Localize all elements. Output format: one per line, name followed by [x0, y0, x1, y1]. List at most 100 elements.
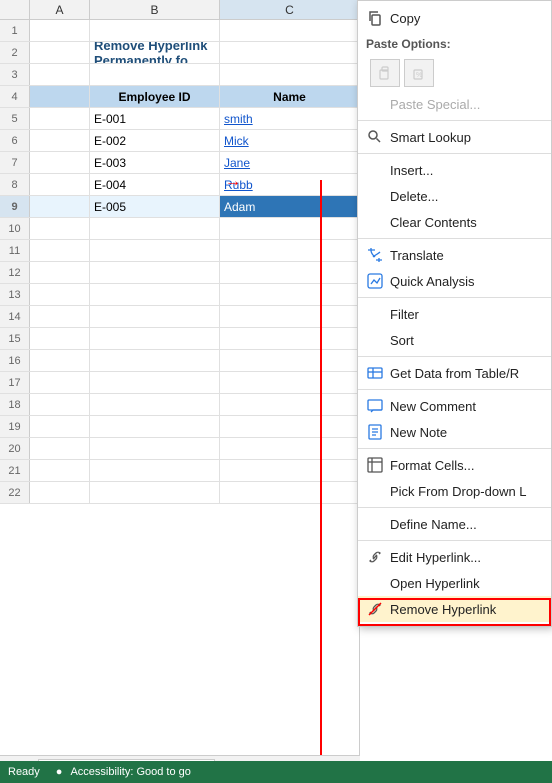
cell-8c-link[interactable]: Rubb: [220, 174, 360, 195]
table-row: 15: [0, 328, 359, 350]
row-num-6: 6: [0, 130, 30, 151]
cell-5b-empid[interactable]: E-001: [90, 108, 220, 129]
cell-12c[interactable]: [220, 262, 360, 283]
cell-16a[interactable]: [30, 350, 90, 371]
cell-1c[interactable]: [220, 20, 360, 41]
cell-21b[interactable]: [90, 460, 220, 481]
clear-icon: [366, 213, 384, 231]
cell-15c[interactable]: [220, 328, 360, 349]
cell-8b-empid[interactable]: E-004: [90, 174, 220, 195]
cell-8a[interactable]: [30, 174, 90, 195]
cell-14c[interactable]: [220, 306, 360, 327]
row-num-19: 19: [0, 416, 30, 437]
cell-22b[interactable]: [90, 482, 220, 503]
menu-item-smart-lookup[interactable]: Smart Lookup: [358, 124, 551, 150]
menu-item-pick-dropdown[interactable]: Pick From Drop-down L: [358, 478, 551, 504]
menu-separator: [358, 448, 551, 449]
menu-item-open-hyperlink[interactable]: Open Hyperlink: [358, 570, 551, 596]
paste-btn-2[interactable]: %: [404, 59, 434, 87]
cell-12a[interactable]: [30, 262, 90, 283]
filter-label: Filter: [390, 307, 419, 322]
menu-item-edit-hyperlink[interactable]: Edit Hyperlink...: [358, 544, 551, 570]
cell-5a[interactable]: [30, 108, 90, 129]
cell-10c[interactable]: [220, 218, 360, 239]
cell-19a[interactable]: [30, 416, 90, 437]
format-cells-icon: [366, 456, 384, 474]
cell-3a[interactable]: [30, 64, 90, 85]
menu-item-remove-hyperlink[interactable]: Remove Hyperlink: [358, 596, 551, 622]
cell-14b[interactable]: [90, 306, 220, 327]
cell-1a[interactable]: [30, 20, 90, 41]
cell-20c[interactable]: [220, 438, 360, 459]
table-row: 16: [0, 350, 359, 372]
cell-10a[interactable]: [30, 218, 90, 239]
menu-item-translate[interactable]: Translate: [358, 242, 551, 268]
cell-1b[interactable]: [90, 20, 220, 41]
menu-item-filter[interactable]: Filter: [358, 301, 551, 327]
cell-6c-link[interactable]: Mick: [220, 130, 360, 151]
cell-11c[interactable]: [220, 240, 360, 261]
menu-item-copy[interactable]: Copy: [358, 5, 551, 31]
cell-21a[interactable]: [30, 460, 90, 481]
menu-item-sort[interactable]: Sort: [358, 327, 551, 353]
cell-22a[interactable]: [30, 482, 90, 503]
svg-text:%: %: [416, 72, 422, 79]
cell-17c[interactable]: [220, 372, 360, 393]
cell-9a[interactable]: [30, 196, 90, 217]
cell-13a[interactable]: [30, 284, 90, 305]
column-headers: A B C: [0, 0, 359, 20]
cell-13c[interactable]: [220, 284, 360, 305]
cell-15b[interactable]: [90, 328, 220, 349]
cell-15a[interactable]: [30, 328, 90, 349]
menu-item-delete[interactable]: Delete...: [358, 183, 551, 209]
get-data-label: Get Data from Table/R: [390, 366, 519, 381]
context-menu: Copy Paste Options: % Paste Special...: [357, 0, 552, 627]
cell-2a[interactable]: [30, 42, 90, 63]
menu-item-clear-contents[interactable]: Clear Contents: [358, 209, 551, 235]
cell-7b-empid[interactable]: E-003: [90, 152, 220, 173]
cell-5c-link[interactable]: smith: [220, 108, 360, 129]
cell-18c[interactable]: [220, 394, 360, 415]
cell-11b[interactable]: [90, 240, 220, 261]
menu-item-insert[interactable]: Insert...: [358, 157, 551, 183]
menu-item-quick-analysis[interactable]: Quick Analysis: [358, 268, 551, 294]
cell-21c[interactable]: [220, 460, 360, 481]
row-num-15: 15: [0, 328, 30, 349]
cell-22c[interactable]: [220, 482, 360, 503]
table-row: 7 E-003 Jane: [0, 152, 359, 174]
cell-6a[interactable]: [30, 130, 90, 151]
cell-10b[interactable]: [90, 218, 220, 239]
cell-3b[interactable]: [90, 64, 220, 85]
cell-17b[interactable]: [90, 372, 220, 393]
cell-7c-link[interactable]: Jane: [220, 152, 360, 173]
cell-13b[interactable]: [90, 284, 220, 305]
cell-9c-highlighted[interactable]: Adam: [220, 196, 360, 217]
paste-btn-1[interactable]: [370, 59, 400, 87]
table-row: 21: [0, 460, 359, 482]
cell-2c[interactable]: [220, 42, 360, 63]
cell-18b[interactable]: [90, 394, 220, 415]
menu-item-new-note[interactable]: New Note: [358, 419, 551, 445]
cell-16c[interactable]: [220, 350, 360, 371]
cell-17a[interactable]: [30, 372, 90, 393]
cell-20b[interactable]: [90, 438, 220, 459]
cell-18a[interactable]: [30, 394, 90, 415]
cell-11a[interactable]: [30, 240, 90, 261]
cell-12b[interactable]: [90, 262, 220, 283]
menu-item-format-cells[interactable]: Format Cells...: [358, 452, 551, 478]
cell-3c[interactable]: [220, 64, 360, 85]
cell-19b[interactable]: [90, 416, 220, 437]
cell-4a[interactable]: [30, 86, 90, 107]
cell-16b[interactable]: [90, 350, 220, 371]
menu-item-new-comment[interactable]: New Comment: [358, 393, 551, 419]
menu-separator: [358, 153, 551, 154]
paste-options-label: Paste Options:: [366, 37, 451, 51]
cell-19c[interactable]: [220, 416, 360, 437]
cell-9b-empid[interactable]: E-005: [90, 196, 220, 217]
cell-14a[interactable]: [30, 306, 90, 327]
menu-item-get-data[interactable]: Get Data from Table/R: [358, 360, 551, 386]
menu-item-define-name[interactable]: Define Name...: [358, 511, 551, 537]
cell-20a[interactable]: [30, 438, 90, 459]
cell-6b-empid[interactable]: E-002: [90, 130, 220, 151]
cell-7a[interactable]: [30, 152, 90, 173]
